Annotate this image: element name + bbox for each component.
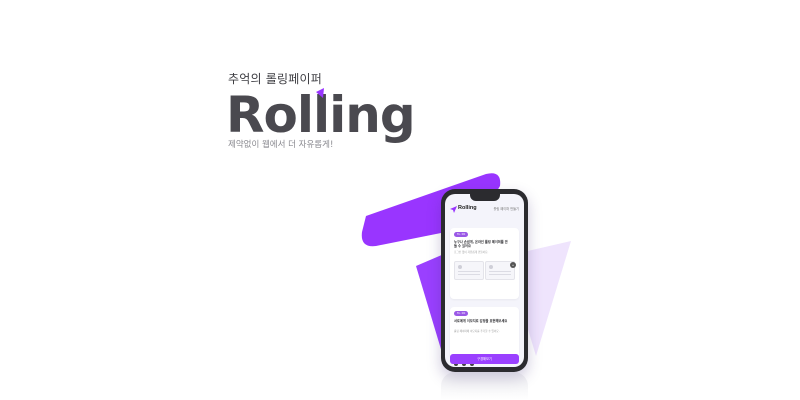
phone-screen: Rolling 롤링 페이퍼 만들기 To. 00 누구나 손쉽게, 온라인 롤… [445,194,524,367]
divider [458,271,480,272]
phone-reflection [441,372,528,400]
card-badge: To. 00 [454,232,469,237]
app-header: Rolling 롤링 페이퍼 만들기 [445,204,524,216]
divider [458,274,480,275]
create-paper-link[interactable]: 롤링 페이퍼 만들기 [494,206,520,211]
more-icon: + [510,262,516,268]
avatar [489,265,493,269]
card-badge: To. 00 [454,311,469,316]
avatar [458,265,462,269]
card-meta: 로그인 없이 자유롭게 만들어요. [454,251,489,254]
explore-button[interactable]: 구경해보기 [450,354,519,364]
divider [489,271,511,272]
app-logo-text: Rolling [458,205,477,211]
phone-mockup: Rolling 롤링 페이퍼 만들기 To. 00 누구나 손쉽게, 온라인 롤… [441,189,528,372]
card-meta: 롤링 페이퍼에 이모지를 추가할 수 있어요. [454,330,500,333]
divider [489,274,511,275]
subline: 제약없이 웹에서 더 자유롭게! [228,140,334,150]
mini-message-card [454,261,484,280]
feature-card: To. 00 서로에게 이모지로 감정을 표현해보세요 롤링 페이퍼에 이모지를… [450,307,519,366]
feature-card: To. 00 누구나 손쉽게, 온라인 롤링 페이퍼를 만들 수 있어요 로그인… [450,228,519,299]
rolling-logo: Rolling [226,86,416,144]
paper-plane-icon [450,206,457,213]
phone-notch [469,194,500,201]
card-title: 누구나 손쉽게, 온라인 롤링 페이퍼를 만들 수 있어요 [454,240,508,248]
card-title: 서로에게 이모지로 감정을 표현해보세요 [454,319,508,323]
